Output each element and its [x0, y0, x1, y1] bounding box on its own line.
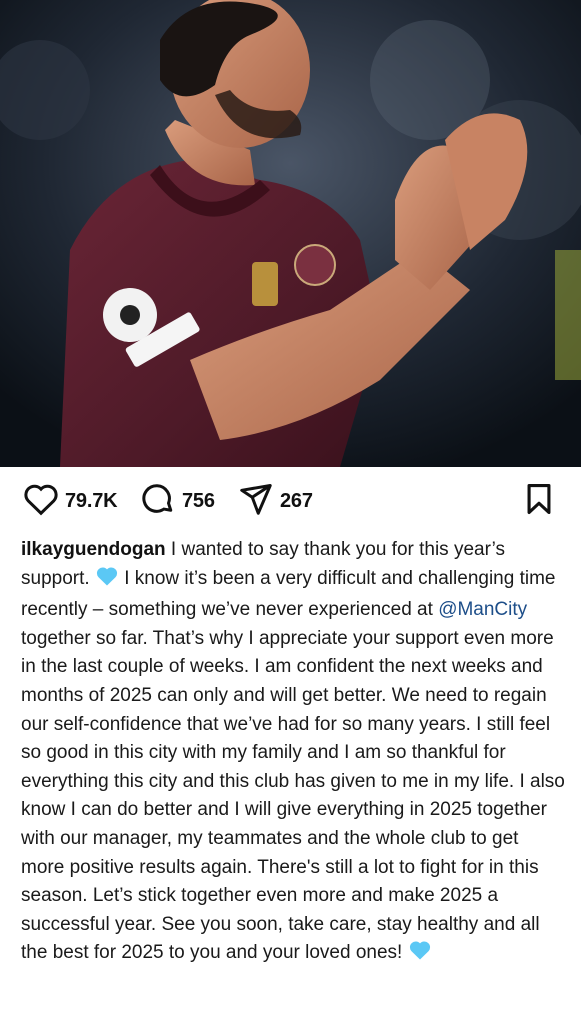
bookmark-icon [522, 482, 556, 521]
player-illustration [0, 0, 581, 467]
comment-icon [140, 482, 176, 521]
share-count: 267 [280, 490, 313, 512]
share-button[interactable]: 267 [238, 482, 313, 521]
comment-button[interactable]: 756 [140, 482, 215, 521]
comment-count: 756 [182, 490, 215, 512]
heart-icon [23, 482, 59, 521]
post-photo[interactable] [0, 0, 581, 467]
like-button[interactable]: 79.7K [23, 482, 118, 521]
caption-text-3: together so far. That’s why I appreciate… [21, 627, 565, 964]
bookmark-button[interactable] [522, 482, 556, 521]
share-icon [238, 482, 274, 521]
caption-username[interactable]: ilkayguendogan [21, 539, 166, 560]
mention-link[interactable]: @ManCity [438, 599, 527, 620]
light-blue-heart-icon [408, 939, 432, 971]
post-caption: ilkayguendogan I wanted to say thank you… [21, 536, 566, 971]
light-blue-heart-icon [95, 565, 119, 597]
like-count: 79.7K [65, 490, 118, 512]
